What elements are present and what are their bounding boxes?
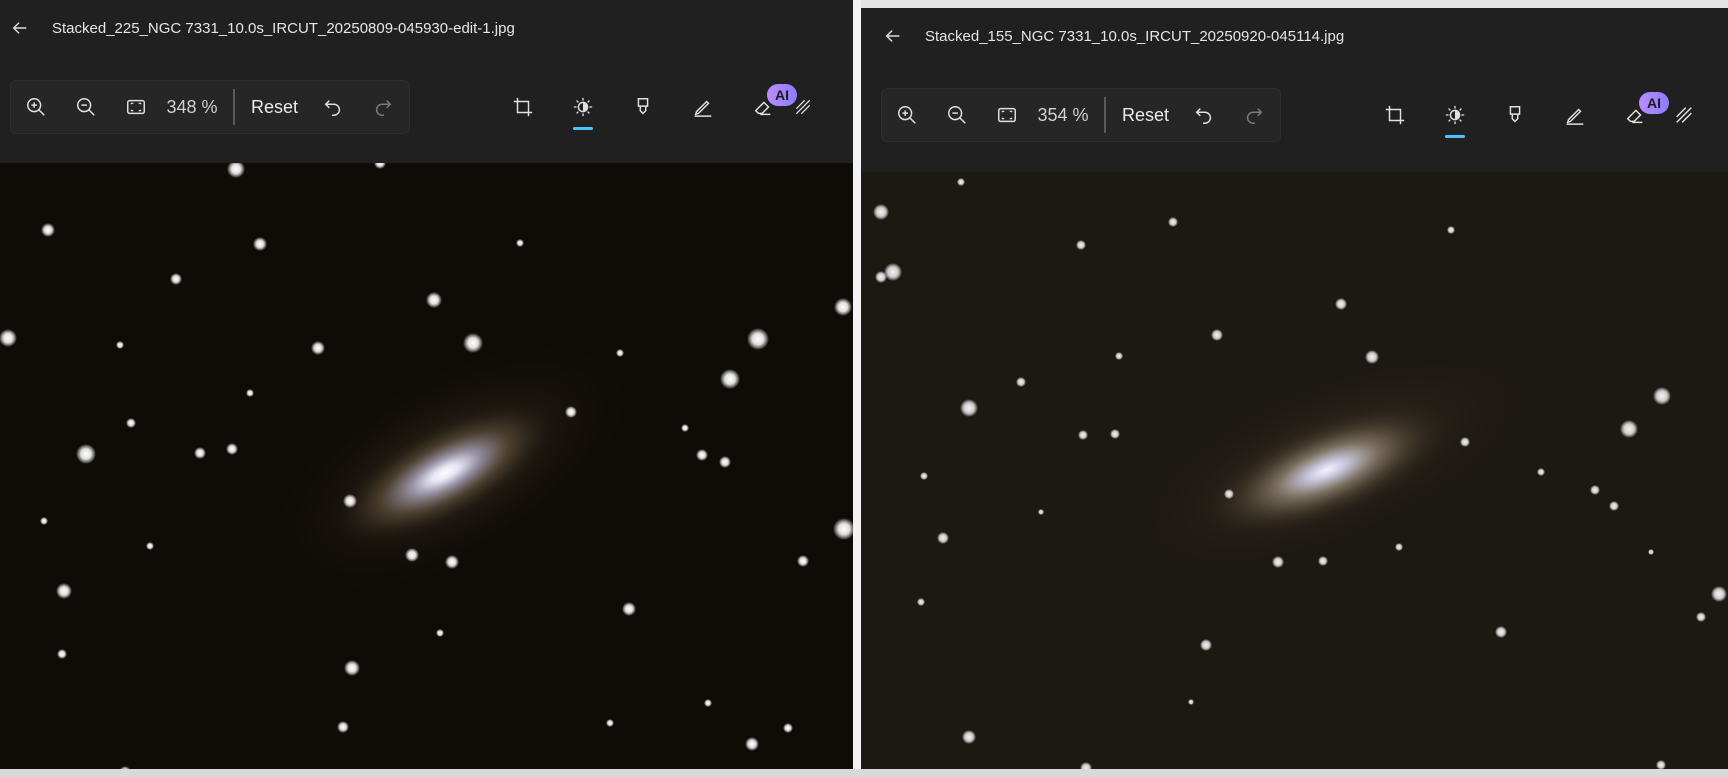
undo-button[interactable] [308,87,358,127]
markup-icon [637,98,649,115]
fit-to-window-button[interactable] [982,95,1032,135]
generative-erase-button[interactable]: AI [1605,88,1669,142]
undo-icon [324,100,341,116]
brightness-icon [1445,105,1465,125]
markup-icon [1509,106,1521,123]
back-arrow-icon [12,22,27,34]
crop-icon [1385,105,1405,125]
undo-icon [1195,108,1212,124]
file-name: Stacked_225_NGC 7331_10.0s_IRCUT_2025080… [52,19,515,37]
draw-button[interactable] [1545,88,1605,142]
zoom-out-button[interactable] [932,95,982,135]
photo-viewer-left: Stacked_225_NGC 7331_10.0s_IRCUT_2025080… [0,0,853,777]
filter-icon [795,99,811,115]
taskbar-edge [0,769,1728,777]
zoom-in-icon [898,106,916,124]
title-bar: Stacked_155_NGC 7331_10.0s_IRCUT_2025092… [861,8,1728,64]
back-arrow-icon [885,30,900,42]
galaxy-image [861,172,1728,777]
zoom-in-button[interactable] [882,95,932,135]
zoom-controls: 354 % Reset [881,88,1281,142]
redo-button[interactable] [358,87,408,127]
brightness-icon [573,97,593,117]
fit-to-window-button[interactable] [111,87,161,127]
crop-button[interactable] [1365,88,1425,142]
zoom-in-icon [27,98,45,116]
title-bar: Stacked_225_NGC 7331_10.0s_IRCUT_2025080… [0,0,853,56]
galaxy-image [0,163,853,777]
edit-tools: AI [493,80,813,134]
zoom-in-button[interactable] [11,87,61,127]
zoom-controls: 348 % Reset [10,80,410,134]
draw-button[interactable] [673,80,733,134]
generative-erase-button[interactable]: AI [733,80,797,134]
divider [233,89,235,125]
markup-button[interactable] [1485,88,1545,142]
filter-icon [1676,107,1692,123]
zoom-out-icon [948,106,966,124]
undo-button[interactable] [1179,95,1229,135]
back-button[interactable] [0,8,40,48]
photo-viewer-right: Stacked_155_NGC 7331_10.0s_IRCUT_2025092… [861,8,1728,777]
filter-button[interactable] [793,80,813,134]
crop-icon [513,97,533,117]
divider [1104,97,1106,133]
draw-icon [1566,108,1584,125]
adjust-button[interactable] [553,80,613,134]
image-canvas[interactable] [0,163,853,777]
adjust-button[interactable] [1425,88,1485,142]
fit-screen-icon [127,99,145,115]
redo-button[interactable] [1229,95,1279,135]
zoom-level[interactable]: 348 % [161,97,223,118]
markup-button[interactable] [613,80,673,134]
zoom-level[interactable]: 354 % [1032,105,1094,126]
redo-icon [1246,108,1263,124]
toolbar: 354 % Reset AI [861,88,1728,144]
reset-button[interactable]: Reset [241,97,308,118]
redo-icon [375,100,392,116]
fit-screen-icon [998,107,1016,123]
image-canvas[interactable] [861,172,1728,777]
zoom-out-icon [77,98,95,116]
zoom-out-button[interactable] [61,87,111,127]
crop-button[interactable] [493,80,553,134]
reset-button[interactable]: Reset [1112,105,1179,126]
edit-tools: AI [1365,88,1695,142]
back-button[interactable] [873,16,913,56]
filter-button[interactable] [1665,88,1695,142]
draw-icon [694,100,712,117]
background-window-edge [861,0,1728,8]
file-name: Stacked_155_NGC 7331_10.0s_IRCUT_2025092… [925,27,1345,45]
toolbar: 348 % Reset AI [0,80,853,136]
